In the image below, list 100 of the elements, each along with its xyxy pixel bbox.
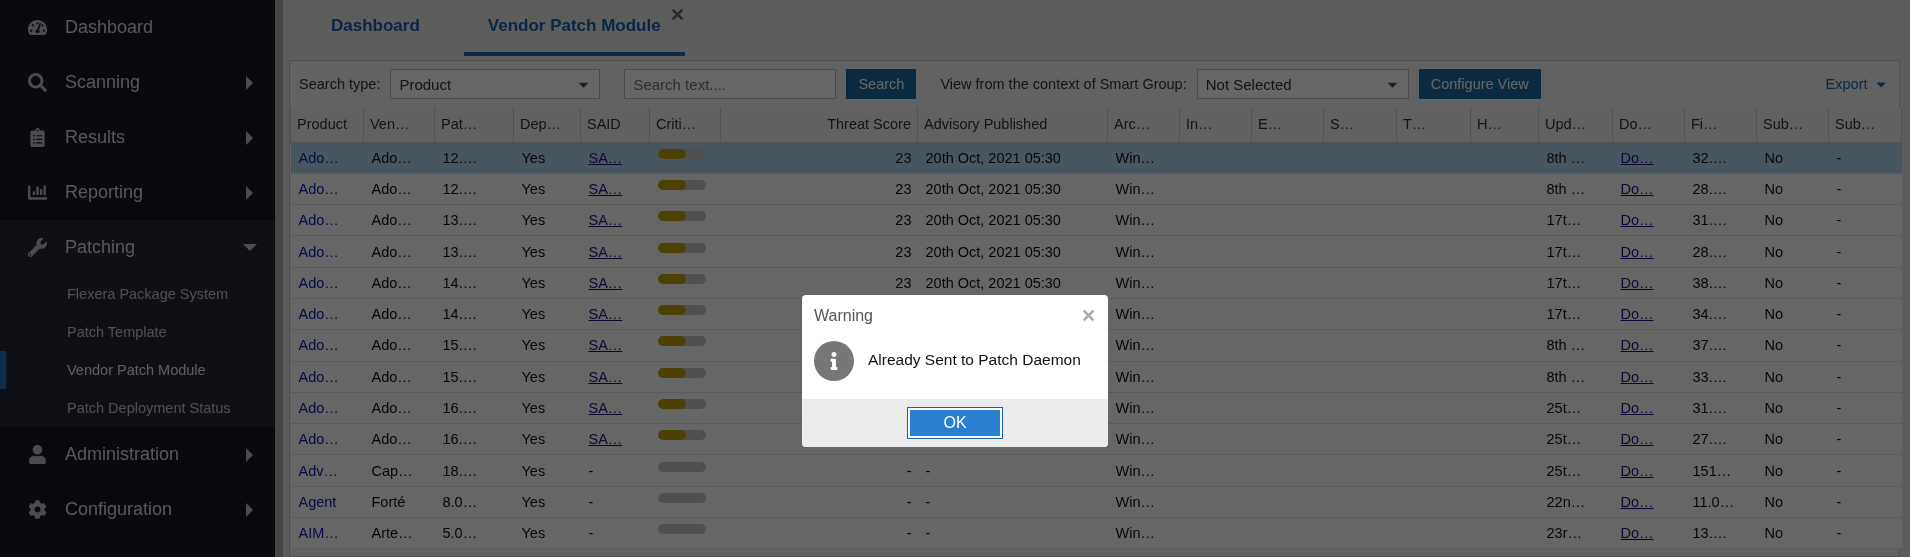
table-link[interactable]: SA… <box>588 243 623 260</box>
sidebar-scrollbar[interactable] <box>275 0 283 557</box>
search-type-label: Search type: <box>299 76 381 92</box>
table-cell: Win… <box>1115 212 1155 229</box>
table-link[interactable]: Do… <box>1620 462 1654 479</box>
tab[interactable]: Vendor Patch Module ✕ <box>463 4 685 56</box>
table-cell: No <box>1764 400 1784 416</box>
sidebar-item[interactable]: Results <box>0 110 275 165</box>
sidebar-item[interactable]: Administration <box>0 427 275 482</box>
column-header[interactable]: Upd… <box>1538 107 1613 142</box>
ok-button[interactable]: OK <box>908 408 1002 438</box>
table-link[interactable]: Ado… <box>298 243 339 260</box>
search-type-select[interactable]: Product <box>390 69 601 99</box>
table-link[interactable]: Do… <box>1620 525 1654 542</box>
export-menu[interactable]: Export <box>1825 76 1888 92</box>
column-header[interactable]: E… <box>1251 107 1324 142</box>
close-icon[interactable]: ✕ <box>669 6 685 24</box>
table-link[interactable]: SA… <box>588 306 623 323</box>
tab[interactable]: Dashboard <box>307 4 444 56</box>
table-link[interactable]: Do… <box>1620 337 1654 354</box>
table-cell: - <box>588 525 594 542</box>
column-header[interactable]: Threat Score <box>720 107 918 142</box>
table-cell: Forté <box>371 493 406 510</box>
table-link[interactable]: SA… <box>588 368 623 385</box>
table-cell: No <box>1764 149 1784 166</box>
table-link[interactable]: SA… <box>588 149 623 166</box>
table-row[interactable]: Ado… Ado… 14.… Yes SA… 23 20th Oct, 2021 05:30 Win… 17t… Do… 38.… No - <box>290 267 1902 299</box>
table-cell: Yes <box>521 243 546 260</box>
table-link[interactable]: Do… <box>1620 306 1654 323</box>
table-link[interactable]: Ado… <box>298 149 339 166</box>
table-link[interactable]: Agent <box>298 493 337 510</box>
column-header[interactable]: Pat… <box>434 107 514 142</box>
column-header[interactable]: Arc… <box>1107 107 1180 142</box>
table-cell: 8th … <box>1546 180 1586 197</box>
column-header[interactable]: Criti… <box>649 107 721 142</box>
table-row[interactable]: AIM… Arte… 5.0… Yes - - - Win… 23r… Do… 13.… No - <box>290 517 1902 549</box>
table-link[interactable]: SA… <box>588 431 623 448</box>
table-link[interactable]: Do… <box>1620 493 1654 510</box>
table-row[interactable]: Ado… Ado… 12.… Yes SA… 23 20th Oct, 2021 05:30 Win… 8th … Do… 28.… No - <box>290 173 1902 205</box>
wrench-icon <box>28 238 47 257</box>
gauge-icon <box>28 18 47 37</box>
table-link[interactable]: Do… <box>1620 212 1654 229</box>
table-cell: 38.… <box>1692 274 1728 291</box>
column-header[interactable]: H… <box>1470 107 1539 142</box>
column-header[interactable]: S… <box>1323 107 1397 142</box>
column-header[interactable]: T… <box>1396 107 1471 142</box>
table-link[interactable]: Ado… <box>298 274 339 291</box>
smart-group-select[interactable]: Not Selected <box>1196 69 1409 99</box>
table-link[interactable]: Ado… <box>298 212 339 229</box>
table-link[interactable]: SA… <box>588 337 623 354</box>
sidebar-item[interactable]: Configuration <box>0 482 275 537</box>
table-link[interactable]: SA… <box>588 274 623 291</box>
table-link[interactable]: Do… <box>1620 368 1654 385</box>
table-link[interactable]: Ado… <box>298 368 339 385</box>
search-button[interactable]: Search <box>846 69 917 99</box>
table-cell: Yes <box>521 337 546 354</box>
table-cell: 17t… <box>1546 306 1582 323</box>
column-header[interactable]: Advisory Published <box>917 107 1108 142</box>
table-link[interactable]: AIM… <box>298 525 339 542</box>
table-link[interactable]: Ado… <box>298 431 339 448</box>
table-link[interactable]: SA… <box>588 212 623 229</box>
table-link[interactable]: Do… <box>1620 243 1654 260</box>
table-link[interactable]: SA… <box>588 180 623 197</box>
table-link[interactable]: Ado… <box>298 306 339 323</box>
column-header[interactable]: Sub… <box>1756 107 1829 142</box>
column-header[interactable]: Product <box>290 107 364 142</box>
table-cell: Yes <box>521 368 546 385</box>
table-link[interactable]: Do… <box>1620 180 1654 197</box>
column-header[interactable]: Fi… <box>1684 107 1757 142</box>
table-cell: Ado… <box>371 149 412 166</box>
table-link[interactable]: Do… <box>1620 431 1654 448</box>
table-link[interactable]: Ado… <box>298 337 339 354</box>
sidebar-item[interactable]: Reporting <box>0 165 275 220</box>
column-header[interactable]: Do… <box>1612 107 1685 142</box>
column-header[interactable]: Sub… <box>1828 107 1902 142</box>
table-row[interactable]: Ado… Ado… 13.… Yes SA… 23 20th Oct, 2021 05:30 Win… 17t… Do… 28.… No - <box>290 235 1902 268</box>
table-link[interactable]: Ado… <box>298 180 339 197</box>
table-link[interactable]: Ado… <box>298 400 339 416</box>
table-row[interactable]: Ado… Ado… 13.… Yes SA… 23 20th Oct, 2021 05:30 Win… 17t… Do… 31.… No - <box>290 204 1902 236</box>
column-header[interactable]: In… <box>1179 107 1252 142</box>
table-row[interactable]: Agent Forté 8.0… Yes - - - Win… 22n… Do… 11.0… No - <box>290 486 1902 518</box>
table-row[interactable]: Ado… Ado… 12.… Yes SA… 23 20th Oct, 2021 05:30 Win… 8th … Do… 32.… No - <box>290 142 1902 174</box>
column-header[interactable]: SAID <box>580 107 650 142</box>
table-link[interactable]: Do… <box>1620 274 1654 291</box>
table-cell: Win… <box>1115 400 1155 416</box>
table-link[interactable]: Adv… <box>298 462 338 479</box>
table-link[interactable]: SA… <box>588 400 623 416</box>
sidebar-item[interactable]: Scanning <box>0 55 275 110</box>
column-header[interactable]: Dep… <box>513 107 581 142</box>
table-cell: Ado… <box>371 337 412 354</box>
close-icon[interactable]: ✕ <box>1081 305 1096 327</box>
table-link[interactable]: Do… <box>1620 149 1654 166</box>
table-link[interactable]: Do… <box>1620 400 1654 416</box>
table-cell: Yes <box>521 212 546 229</box>
configure-view-button[interactable]: Configure View <box>1418 69 1541 99</box>
sidebar-item[interactable]: Dashboard <box>0 0 275 55</box>
table-cell: 13.… <box>442 243 478 260</box>
sidebar-item[interactable]: Patching <box>0 220 275 275</box>
table-row[interactable]: Adv… Cap… 18.… Yes - - - Win… 25t… Do… 151… No - <box>290 454 1902 487</box>
column-header[interactable]: Ven… <box>363 107 435 142</box>
